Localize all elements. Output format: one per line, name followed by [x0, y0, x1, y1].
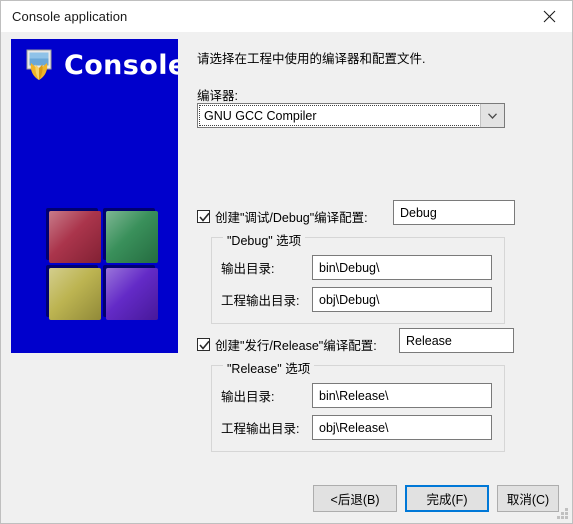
instruction-text: 请选择在工程中使用的编译器和配置文件.	[197, 52, 426, 66]
debug-config-checkbox[interactable]	[197, 210, 210, 223]
release-output-dir-row: 输出目录:	[212, 383, 504, 408]
window-title: Console application	[12, 9, 128, 24]
debug-config-label: 创建"调试/Debug"编译配置:	[215, 211, 368, 225]
debug-output-dir-input[interactable]	[312, 255, 492, 280]
dialog-footer: <后退(B) 完成(F) 取消(C)	[1, 485, 572, 523]
cube-red	[49, 211, 101, 263]
release-output-dir-label: 输出目录:	[221, 390, 275, 404]
release-config-checkbox-row[interactable]: 创建"发行/Release"编译配置:	[197, 335, 377, 354]
resize-grip-icon[interactable]	[556, 507, 569, 520]
back-button[interactable]: <后退(B)	[313, 485, 397, 512]
console-window-icon	[23, 49, 57, 81]
dialog-body: Console 请选择在工程中使用的编译器和配置文件. 编译器: GNU GCC…	[1, 32, 572, 523]
debug-output-dir-row: 输出目录:	[212, 255, 504, 280]
close-icon	[543, 10, 556, 23]
release-objects-dir-label: 工程输出目录:	[221, 422, 300, 436]
compiler-label: 编译器:	[197, 89, 238, 103]
release-options-group: "Release" 选项 输出目录: 工程输出目录:	[211, 358, 505, 452]
compiler-selected-value: GNU GCC Compiler	[204, 108, 317, 123]
debug-output-dir-label: 输出目录:	[221, 262, 275, 276]
release-objects-dir-row: 工程输出目录:	[212, 415, 504, 440]
cancel-button[interactable]: 取消(C)	[497, 485, 559, 512]
chevron-down-icon[interactable]	[480, 104, 504, 127]
release-config-checkbox[interactable]	[197, 338, 210, 351]
compiler-select[interactable]: GNU GCC Compiler	[197, 103, 505, 128]
wizard-pane: 请选择在工程中使用的编译器和配置文件. 编译器: GNU GCC Compile…	[197, 32, 557, 523]
debug-objects-dir-row: 工程输出目录:	[212, 287, 504, 312]
release-config-label: 创建"发行/Release"编译配置:	[215, 339, 377, 353]
debug-name-input[interactable]	[393, 200, 515, 225]
title-bar: Console application	[1, 1, 572, 33]
debug-config-checkbox-row[interactable]: 创建"调试/Debug"编译配置:	[197, 207, 368, 226]
debug-objects-dir-label: 工程输出目录:	[221, 294, 300, 308]
cube-green	[106, 211, 158, 263]
check-icon	[199, 212, 210, 222]
finish-button[interactable]: 完成(F)	[405, 485, 489, 512]
banner-heading: Console	[23, 49, 178, 81]
cube-yellow	[49, 268, 101, 320]
banner-title: Console	[64, 49, 178, 81]
debug-options-group: "Debug" 选项 输出目录: 工程输出目录:	[211, 230, 505, 324]
console-application-dialog: Console application Console 请选择在工程中使用的编译…	[0, 0, 573, 524]
debug-group-title: "Debug" 选项	[223, 230, 306, 249]
close-button[interactable]	[527, 1, 572, 32]
cube-purple	[106, 268, 158, 320]
release-group-title: "Release" 选项	[223, 358, 315, 377]
wizard-banner: Console	[11, 39, 178, 353]
release-objects-dir-input[interactable]	[312, 415, 492, 440]
release-name-input[interactable]	[399, 328, 514, 353]
cubes-graphic	[49, 211, 159, 321]
release-output-dir-input[interactable]	[312, 383, 492, 408]
check-icon	[199, 340, 210, 350]
debug-objects-dir-input[interactable]	[312, 287, 492, 312]
